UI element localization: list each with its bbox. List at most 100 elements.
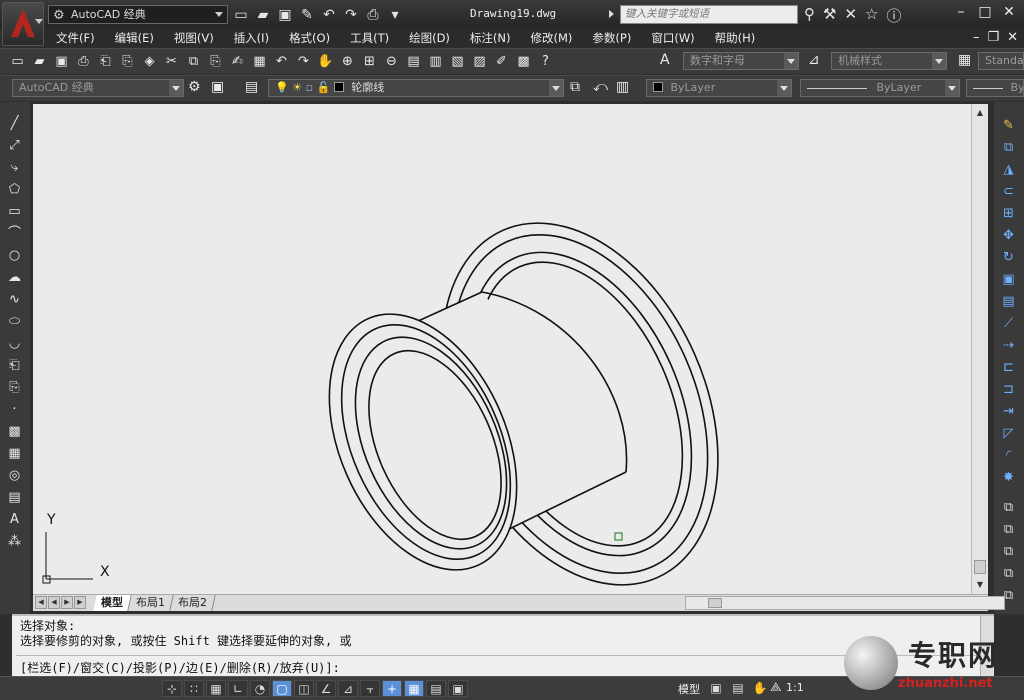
undo-icon[interactable]: ↶: [272, 52, 291, 71]
layer-previous-icon[interactable]: ⤺: [593, 79, 608, 95]
send-to-back-icon[interactable]: ⧉: [998, 520, 1019, 539]
menu-insert[interactable]: 插入(I): [234, 30, 269, 46]
text-style-icon[interactable]: A: [660, 52, 670, 68]
paste-icon[interactable]: ⎘: [206, 52, 225, 71]
scale-icon[interactable]: ▣: [998, 270, 1019, 289]
help-icon[interactable]: ⓘ: [886, 5, 901, 26]
star-icon[interactable]: ☆: [865, 5, 878, 26]
gear-icon[interactable]: ⚙: [188, 79, 201, 95]
annotation-scale-icon[interactable]: ⟁: [770, 680, 782, 695]
insert-block-icon[interactable]: ⎗: [4, 356, 25, 375]
wrench-icon[interactable]: ⚒: [823, 5, 836, 26]
cut-icon[interactable]: ✂: [162, 52, 181, 71]
binoculars-icon[interactable]: ⚲: [804, 5, 815, 26]
rectangle-icon[interactable]: ▭: [4, 202, 25, 221]
menu-window[interactable]: 窗口(W): [651, 30, 694, 46]
tool-palettes-icon[interactable]: ▧: [448, 52, 467, 71]
menu-tools[interactable]: 工具(T): [350, 30, 389, 46]
restore-icon[interactable]: ❐: [987, 30, 999, 45]
point-icon[interactable]: ·: [4, 400, 25, 419]
tab-model[interactable]: 模型: [93, 595, 132, 611]
open-folder-icon[interactable]: ▰: [30, 52, 49, 71]
circle-icon[interactable]: ○: [4, 246, 25, 265]
layer-properties-icon[interactable]: ▤: [245, 79, 258, 95]
infer-constraints-icon[interactable]: ⊹: [162, 680, 182, 697]
scroll-down-icon[interactable]: ▼: [972, 578, 988, 592]
multiline-text-icon[interactable]: A: [4, 510, 25, 529]
table-icon[interactable]: ▤: [4, 488, 25, 507]
save-icon[interactable]: ▣: [276, 7, 294, 23]
toolbar-customize-icon[interactable]: ▣: [211, 79, 224, 95]
mirror-icon[interactable]: ◮: [998, 160, 1019, 179]
application-menu-button[interactable]: [2, 2, 44, 46]
last-tab-icon[interactable]: ▶: [74, 596, 86, 609]
zoom-previous-icon[interactable]: ⊖: [382, 52, 401, 71]
tab-layout2[interactable]: 布局2: [170, 595, 216, 611]
close-icon[interactable]: ✕: [998, 3, 1020, 22]
print-preview-icon[interactable]: ⎗: [96, 52, 115, 71]
grid-display-icon[interactable]: ▦: [206, 680, 226, 697]
menu-parametric[interactable]: 参数(P): [592, 30, 631, 46]
bring-above-icon[interactable]: ⧉: [998, 542, 1019, 561]
hatch-icon[interactable]: ▩: [4, 422, 25, 441]
arc-icon[interactable]: ⌒: [4, 224, 25, 243]
menu-modify[interactable]: 修改(M): [531, 30, 573, 46]
horizontal-scrollbar[interactable]: [685, 596, 1005, 610]
match-properties-icon[interactable]: ✍: [228, 52, 247, 71]
transparency-icon[interactable]: ▦: [404, 680, 424, 697]
publish-icon[interactable]: ⎘: [118, 52, 137, 71]
open-folder-icon[interactable]: ▰: [254, 7, 272, 23]
text-style-select[interactable]: 数字和字母: [683, 52, 799, 70]
menu-file[interactable]: 文件(F): [56, 30, 95, 46]
explode-icon[interactable]: ✸: [998, 468, 1019, 487]
table-style-select[interactable]: Standar: [978, 52, 1024, 70]
chevron-down-icon[interactable]: ▾: [386, 7, 404, 23]
quick-view-drawings-icon[interactable]: ▤: [729, 680, 747, 697]
redo-icon[interactable]: ↷: [294, 52, 313, 71]
menu-view[interactable]: 视图(V): [174, 30, 214, 46]
print-icon[interactable]: ⎙: [364, 7, 382, 23]
search-input[interactable]: 键入关键字或短语: [620, 5, 798, 24]
rotate-icon[interactable]: ↻: [998, 248, 1019, 267]
ellipse-icon[interactable]: ⬭: [4, 312, 25, 331]
spline-icon[interactable]: ∿: [4, 290, 25, 309]
calculator-icon[interactable]: ▩: [514, 52, 533, 71]
dim-style-select[interactable]: 机械样式: [831, 52, 947, 70]
close-icon[interactable]: ✕: [1007, 30, 1018, 45]
print-icon[interactable]: ⎙: [74, 52, 93, 71]
quick-view-layouts-icon[interactable]: ▣: [707, 680, 725, 697]
bring-to-front-icon[interactable]: ⧉: [998, 498, 1019, 517]
minimize-icon[interactable]: –: [950, 3, 972, 22]
layer-state-icon[interactable]: ▥: [616, 79, 629, 95]
save-icon[interactable]: ▣: [52, 52, 71, 71]
menu-format[interactable]: 格式(O): [289, 30, 330, 46]
polyline-icon[interactable]: ⤷: [4, 158, 25, 177]
erase-icon[interactable]: ✎: [998, 116, 1019, 135]
drawing-canvas[interactable]: Y X: [33, 104, 971, 594]
object-snap-tracking-icon[interactable]: ∠: [316, 680, 336, 697]
quick-properties-icon[interactable]: ▤: [426, 680, 446, 697]
snap-mode-icon[interactable]: ∷: [184, 680, 204, 697]
color-select[interactable]: ByLayer: [646, 79, 792, 97]
dim-style-icon[interactable]: ⊿: [808, 52, 820, 68]
next-tab-icon[interactable]: ▶: [61, 596, 73, 609]
properties-icon[interactable]: ▤: [404, 52, 423, 71]
lineweight-icon[interactable]: +: [382, 680, 402, 697]
break-icon[interactable]: ⊐: [998, 380, 1019, 399]
sheet-set-icon[interactable]: ▨: [470, 52, 489, 71]
table-style-icon[interactable]: ▦: [958, 52, 971, 68]
layer-select[interactable]: 💡 ☀ ▫ 🔓 轮廓线: [268, 79, 564, 97]
offset-icon[interactable]: ⊂: [998, 182, 1019, 201]
region-icon[interactable]: ◎: [4, 466, 25, 485]
scrollbar-thumb[interactable]: [974, 560, 986, 574]
dynamic-input-icon[interactable]: ⫟: [360, 680, 380, 697]
polar-tracking-icon[interactable]: ◔: [250, 680, 270, 697]
stretch-icon[interactable]: ▤: [998, 292, 1019, 311]
minimize-icon[interactable]: –: [973, 30, 980, 45]
make-block-icon[interactable]: ⎘: [4, 378, 25, 397]
help-icon[interactable]: ?: [536, 52, 555, 71]
line-icon[interactable]: ╱: [4, 114, 25, 133]
pan-icon[interactable]: ✋: [751, 680, 769, 697]
workspace-switcher[interactable]: ⚙ AutoCAD 经典: [48, 5, 228, 24]
scroll-up-icon[interactable]: ▲: [972, 106, 988, 120]
